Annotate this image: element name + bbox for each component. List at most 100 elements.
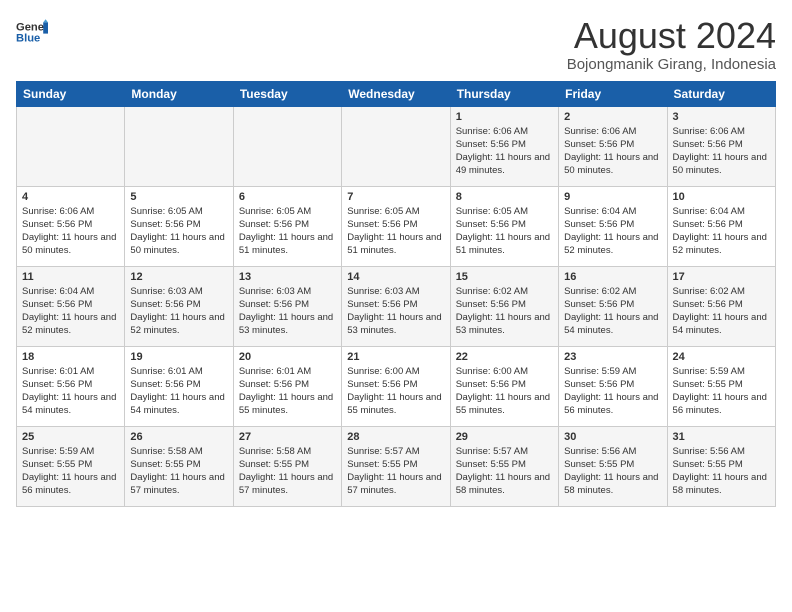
day-number: 25: [22, 431, 119, 443]
daylight-text: Daylight: 11 hours and 51 minutes.: [239, 231, 336, 258]
logo: General Blue: [16, 16, 48, 48]
logo-icon: General Blue: [16, 16, 48, 48]
calendar-cell: 25Sunrise: 5:59 AMSunset: 5:55 PMDayligh…: [17, 426, 125, 506]
daylight-text: Daylight: 11 hours and 54 minutes.: [564, 311, 661, 338]
sunrise-text: Sunrise: 6:06 AM: [673, 125, 770, 138]
sunset-text: Sunset: 5:55 PM: [130, 458, 227, 471]
daylight-text: Daylight: 11 hours and 51 minutes.: [347, 231, 444, 258]
sunset-text: Sunset: 5:56 PM: [347, 378, 444, 391]
daylight-text: Daylight: 11 hours and 50 minutes.: [564, 151, 661, 178]
day-info: Sunrise: 6:01 AMSunset: 5:56 PMDaylight:…: [130, 365, 227, 418]
day-info: Sunrise: 6:05 AMSunset: 5:56 PMDaylight:…: [456, 205, 553, 258]
calendar-cell: 22Sunrise: 6:00 AMSunset: 5:56 PMDayligh…: [450, 346, 558, 426]
calendar-cell: 11Sunrise: 6:04 AMSunset: 5:56 PMDayligh…: [17, 266, 125, 346]
sunset-text: Sunset: 5:56 PM: [456, 378, 553, 391]
sunset-text: Sunset: 5:56 PM: [22, 298, 119, 311]
calendar-cell: 31Sunrise: 5:56 AMSunset: 5:55 PMDayligh…: [667, 426, 775, 506]
daylight-text: Daylight: 11 hours and 56 minutes.: [673, 391, 770, 418]
calendar-cell: 10 Sunrise: 6:04 AMSunset: 5:56 PMDayligh…: [667, 186, 775, 266]
calendar-cell: 29Sunrise: 5:57 AMSunset: 5:55 PMDayligh…: [450, 426, 558, 506]
sunrise-text: Sunrise: 6:06 AM: [22, 205, 119, 218]
sunrise-text: Sunrise: 5:57 AM: [347, 445, 444, 458]
day-info: Sunrise: 6:01 AMSunset: 5:56 PMDaylight:…: [22, 365, 119, 418]
daylight-text: Daylight: 11 hours and 50 minutes.: [673, 151, 770, 178]
sunset-text: Sunset: 5:56 PM: [239, 298, 336, 311]
calendar-cell: 1Sunrise: 6:06 AMSunset: 5:56 PMDaylight…: [450, 106, 558, 186]
weekday-header-sunday: Sunday: [17, 81, 125, 106]
day-info: Sunrise: 5:57 AMSunset: 5:55 PMDaylight:…: [456, 445, 553, 498]
day-info: Sunrise: 6:05 AMSunset: 5:56 PMDaylight:…: [239, 205, 336, 258]
calendar-cell: 2Sunrise: 6:06 AMSunset: 5:56 PMDaylight…: [559, 106, 667, 186]
sunset-text: Sunset: 5:56 PM: [456, 298, 553, 311]
day-info: Sunrise: 6:03 AMSunset: 5:56 PMDaylight:…: [130, 285, 227, 338]
calendar-cell: 17Sunrise: 6:02 AMSunset: 5:56 PMDayligh…: [667, 266, 775, 346]
day-number: 12: [130, 271, 227, 283]
day-info: Sunrise: 6:06 AMSunset: 5:56 PMDaylight:…: [22, 205, 119, 258]
week-row-5: 25Sunrise: 5:59 AMSunset: 5:55 PMDayligh…: [17, 426, 776, 506]
day-number: 6: [239, 191, 336, 203]
sunrise-text: Sunrise: 6:02 AM: [673, 285, 770, 298]
calendar-cell: 20Sunrise: 6:01 AMSunset: 5:56 PMDayligh…: [233, 346, 341, 426]
calendar-cell: 16Sunrise: 6:02 AMSunset: 5:56 PMDayligh…: [559, 266, 667, 346]
calendar-cell: 27 Sunrise: 5:58 AMSunset: 5:55 PMDayligh…: [233, 426, 341, 506]
calendar-cell: 26 Sunrise: 5:58 AMSunset: 5:55 PMDayligh…: [125, 426, 233, 506]
day-info: Sunrise: 6:06 AMSunset: 5:56 PMDaylight:…: [456, 125, 553, 178]
day-info: Sunrise: 6:02 AMSunset: 5:56 PMDaylight:…: [673, 285, 770, 338]
sunset-text: Sunset: 5:56 PM: [22, 218, 119, 231]
day-number: 13: [239, 271, 336, 283]
day-number: 3: [673, 111, 770, 123]
day-number: 18: [22, 351, 119, 363]
sunset-text: Sunset: 5:55 PM: [22, 458, 119, 471]
sunrise-text: Sunrise: 6:05 AM: [130, 205, 227, 218]
sunrise-text: Sunrise: 6:00 AM: [347, 365, 444, 378]
daylight-text: Daylight: 11 hours and 57 minutes.: [239, 471, 336, 498]
calendar-cell: 3 Sunrise: 6:06 AMSunset: 5:56 PMDaylight…: [667, 106, 775, 186]
day-number: 7: [347, 191, 444, 203]
calendar-cell: 14Sunrise: 6:03 AMSunset: 5:56 PMDayligh…: [342, 266, 450, 346]
day-info: Sunrise: 6:05 AMSunset: 5:56 PMDaylight:…: [130, 205, 227, 258]
day-number: 10: [673, 191, 770, 203]
daylight-text: Daylight: 11 hours and 51 minutes.: [456, 231, 553, 258]
sunrise-text: Sunrise: 6:04 AM: [564, 205, 661, 218]
day-info: Sunrise: 5:59 AMSunset: 5:55 PMDaylight:…: [673, 365, 770, 418]
daylight-text: Daylight: 11 hours and 58 minutes.: [564, 471, 661, 498]
calendar-cell: 21Sunrise: 6:00 AMSunset: 5:56 PMDayligh…: [342, 346, 450, 426]
sunset-text: Sunset: 5:56 PM: [673, 138, 770, 151]
daylight-text: Daylight: 11 hours and 49 minutes.: [456, 151, 553, 178]
calendar-cell: 7Sunrise: 6:05 AMSunset: 5:56 PMDaylight…: [342, 186, 450, 266]
calendar-cell: [125, 106, 233, 186]
day-info: Sunrise: 5:58 AMSunset: 5:55 PMDaylight:…: [130, 445, 227, 498]
calendar-cell: 28 Sunrise: 5:57 AMSunset: 5:55 PMDayligh…: [342, 426, 450, 506]
day-number: 27: [239, 431, 336, 443]
sunrise-text: Sunrise: 6:00 AM: [456, 365, 553, 378]
sunset-text: Sunset: 5:55 PM: [347, 458, 444, 471]
sunrise-text: Sunrise: 6:03 AM: [130, 285, 227, 298]
day-info: Sunrise: 5:59 AMSunset: 5:56 PMDaylight:…: [564, 365, 661, 418]
daylight-text: Daylight: 11 hours and 53 minutes.: [456, 311, 553, 338]
day-info: Sunrise: 5:57 AMSunset: 5:55 PMDaylight:…: [347, 445, 444, 498]
calendar-cell: [342, 106, 450, 186]
day-info: Sunrise: 5:58 AMSunset: 5:55 PMDaylight:…: [239, 445, 336, 498]
day-number: 22: [456, 351, 553, 363]
day-number: 9: [564, 191, 661, 203]
calendar-cell: 24Sunrise: 5:59 AMSunset: 5:55 PMDayligh…: [667, 346, 775, 426]
page-header: General Blue August 2024 Bojongmanik Gir…: [16, 16, 776, 73]
sunrise-text: Sunrise: 5:58 AM: [130, 445, 227, 458]
sunset-text: Sunset: 5:55 PM: [456, 458, 553, 471]
calendar-cell: 30Sunrise: 5:56 AMSunset: 5:55 PMDayligh…: [559, 426, 667, 506]
day-info: Sunrise: 5:56 AMSunset: 5:55 PMDaylight:…: [673, 445, 770, 498]
day-number: 5: [130, 191, 227, 203]
week-row-2: 4Sunrise: 6:06 AMSunset: 5:56 PMDaylight…: [17, 186, 776, 266]
day-number: 26: [130, 431, 227, 443]
daylight-text: Daylight: 11 hours and 58 minutes.: [673, 471, 770, 498]
calendar-cell: 8Sunrise: 6:05 AMSunset: 5:56 PMDaylight…: [450, 186, 558, 266]
sunrise-text: Sunrise: 5:56 AM: [564, 445, 661, 458]
sunrise-text: Sunrise: 6:04 AM: [22, 285, 119, 298]
sunrise-text: Sunrise: 6:06 AM: [456, 125, 553, 138]
day-info: Sunrise: 6:04 AMSunset: 5:56 PMDaylight:…: [673, 205, 770, 258]
sunrise-text: Sunrise: 5:59 AM: [564, 365, 661, 378]
calendar-cell: [233, 106, 341, 186]
day-number: 28: [347, 431, 444, 443]
daylight-text: Daylight: 11 hours and 55 minutes.: [239, 391, 336, 418]
daylight-text: Daylight: 11 hours and 58 minutes.: [456, 471, 553, 498]
